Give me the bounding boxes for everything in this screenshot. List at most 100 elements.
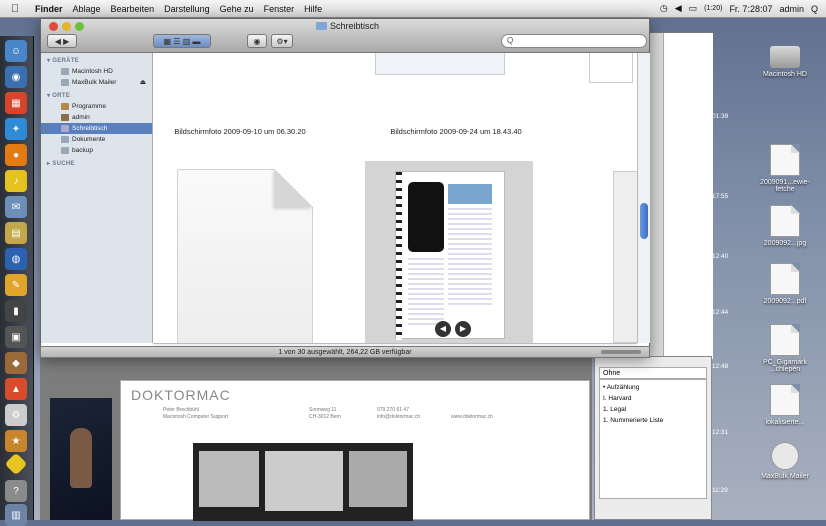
document-icon (770, 263, 800, 295)
menu-gehe-zu[interactable]: Gehe zu (215, 4, 259, 14)
zoom-icon[interactable] (75, 22, 84, 31)
icon-size-slider[interactable] (601, 350, 641, 354)
document-icon (770, 205, 800, 237)
preview-icon[interactable]: ▤ (5, 222, 27, 244)
menu-user[interactable]: admin (779, 4, 804, 14)
pages-icon[interactable]: ✎ (5, 274, 27, 296)
sidebar-item-schreibtisch[interactable]: Schreibtisch (41, 123, 152, 134)
file-icon-document[interactable] (177, 169, 313, 343)
network-icon[interactable]: ◍ (5, 248, 27, 270)
desktop-icon-file[interactable]: lokalisierte... (752, 384, 818, 426)
menu-finder[interactable]: Finder (30, 4, 68, 14)
battery-time[interactable]: (1:20) (704, 5, 722, 12)
view-mode-buttons[interactable]: ▦ ☰ ▥ ▬ (153, 34, 211, 48)
finder-window: Schreibtisch ◀ ▶ ▦ ☰ ▥ ▬ ◉ ⚙▾ Q ▾ GERÄTE… (40, 18, 650, 356)
sidebar-item-programme[interactable]: Programme (41, 101, 152, 112)
next-page-icon[interactable]: ▶ (455, 321, 471, 337)
battery-icon[interactable]: ▭ (689, 3, 698, 14)
menu-hilfe[interactable]: Hilfe (299, 4, 327, 14)
desktop-icon-file[interactable]: 2009092...pdf (752, 263, 818, 305)
sidebar-item-dokumente[interactable]: Dokumente (41, 134, 152, 145)
sidebar-item-macintosh-hd[interactable]: Macintosh HD (41, 66, 152, 77)
list-style-item[interactable]: I. Harvard (600, 393, 706, 404)
desktop-icon-file[interactable]: PC_Gigamark ...chlepen (752, 324, 818, 373)
trash-icon[interactable]: ▥ (5, 504, 27, 526)
utility-icon[interactable]: ⚙ (5, 404, 27, 426)
scroll-thumb[interactable] (640, 203, 648, 239)
selected-file-highlight[interactable]: ◀ ▶ (365, 161, 533, 343)
action-menu-button[interactable]: ⚙▾ (271, 34, 293, 48)
apple-menu-icon[interactable]:  (0, 3, 30, 15)
menu-bearbeiten[interactable]: Bearbeiten (106, 4, 160, 14)
menu-ablage[interactable]: Ablage (68, 4, 106, 14)
safari-icon[interactable]: ✦ (5, 118, 27, 140)
list-style-header[interactable]: Ohne (599, 367, 707, 379)
document-icon (770, 144, 800, 176)
document-page: DOKTORMAC Peter Brechbühl Macintosh Comp… (120, 380, 590, 521)
pdf-preview-thumbnail (395, 171, 505, 340)
photo-icon[interactable]: ◆ (5, 352, 27, 374)
desktop-icon-label: Macintosh HD (763, 71, 807, 78)
volume-icon[interactable]: ◀ (675, 3, 682, 14)
sidebar-section-search: ▸ SUCHE (47, 161, 75, 167)
menu-fenster[interactable]: Fenster (259, 4, 300, 14)
firefox-icon[interactable]: ● (5, 144, 27, 166)
desktop-icon-label: 2009091...ewie-fetche (760, 179, 810, 193)
title-bar: Schreibtisch ◀ ▶ ▦ ☰ ▥ ▬ ◉ ⚙▾ Q (41, 19, 649, 53)
list-style-item[interactable]: 1. Legal (600, 404, 706, 415)
calendar-icon[interactable]: ▦ (5, 92, 27, 114)
company-line2: Macintosh Computer Support (163, 414, 229, 420)
help-icon[interactable]: ? (5, 480, 27, 502)
status-text: 1 von 30 ausgewählt, 264,22 GB verfügbar (278, 349, 412, 356)
desktop-icon-maxbulk[interactable]: MaxBulk Mailer (752, 442, 818, 480)
menu-darstellung[interactable]: Darstellung (159, 4, 215, 14)
desktop-icon-file[interactable]: 2009091...ewie-fetche (752, 144, 818, 193)
address-line1: Sonnweg 11 (309, 407, 337, 413)
list-style-item[interactable]: 1. Nummerierte Liste (600, 415, 706, 426)
spotlight-icon[interactable]: Q (811, 4, 818, 14)
partial-file-preview (589, 53, 633, 83)
list-style-item[interactable]: • Aufzählung (600, 380, 706, 393)
mail-icon[interactable]: ✉ (5, 196, 27, 218)
finder-sidebar: ▾ GERÄTE Macintosh HD MaxBulk Mailer ⏏ ▾ … (41, 53, 153, 343)
address-line2: CH-3012 Bern (309, 414, 341, 420)
sidebar-item-admin[interactable]: admin (41, 112, 152, 123)
pages-document-window: DOKTORMAC Peter Brechbühl Macintosh Comp… (40, 358, 592, 521)
document-icon (770, 384, 800, 416)
app-icon[interactable]: ★ (5, 430, 27, 452)
time-machine-icon[interactable]: ◷ (660, 3, 668, 14)
desktop-icon-label: MaxBulk Mailer (761, 473, 809, 480)
window-title: Schreibtisch (316, 21, 379, 31)
sidebar-item-maxbulk-mailer[interactable]: MaxBulk Mailer ⏏ (41, 77, 152, 88)
sidebar-section-devices: ▾ GERÄTE (47, 58, 80, 64)
menu-clock[interactable]: Fr. 7:28:07 (729, 4, 772, 14)
finder-icon[interactable]: ☺ (5, 40, 27, 62)
company-line1: Peter Brechbühl (163, 407, 199, 413)
window-title-text: Schreibtisch (330, 21, 380, 31)
diamond-icon[interactable] (4, 452, 28, 476)
email: info@doktormac.ch (377, 414, 421, 420)
dashboard-icon[interactable]: ◉ (5, 66, 27, 88)
desktop-icon-file[interactable]: 2009092...jpg (752, 205, 818, 247)
screenshot-image (193, 443, 413, 521)
photo-thumbnail (50, 398, 112, 520)
eject-icon[interactable]: ⏏ (140, 78, 146, 87)
folder-icon (316, 22, 327, 30)
activity-icon[interactable]: ▣ (5, 326, 27, 348)
desktop-icon-macintosh-hd[interactable]: Macintosh HD (752, 40, 818, 78)
sidebar-item-backup[interactable]: backup (41, 145, 152, 156)
itunes-icon[interactable]: ♪ (5, 170, 27, 192)
app-icon[interactable]: ▲ (5, 378, 27, 400)
desktop-icon-label: 2009092...pdf (763, 298, 807, 305)
back-forward-buttons[interactable]: ◀ ▶ (47, 34, 77, 48)
vertical-scrollbar[interactable] (637, 53, 650, 343)
status-bar: 1 von 30 ausgewählt, 264,22 GB verfügbar (40, 346, 650, 358)
search-field[interactable]: Q (501, 34, 647, 48)
terminal-icon[interactable]: ▮ (5, 300, 27, 322)
close-icon[interactable] (49, 22, 58, 31)
minimize-icon[interactable] (62, 22, 71, 31)
previous-page-icon[interactable]: ◀ (435, 321, 451, 337)
menu-bar:  Finder Ablage Bearbeiten Darstellung G… (0, 0, 826, 18)
disk-image-icon (771, 442, 799, 470)
quick-look-button[interactable]: ◉ (247, 34, 267, 48)
